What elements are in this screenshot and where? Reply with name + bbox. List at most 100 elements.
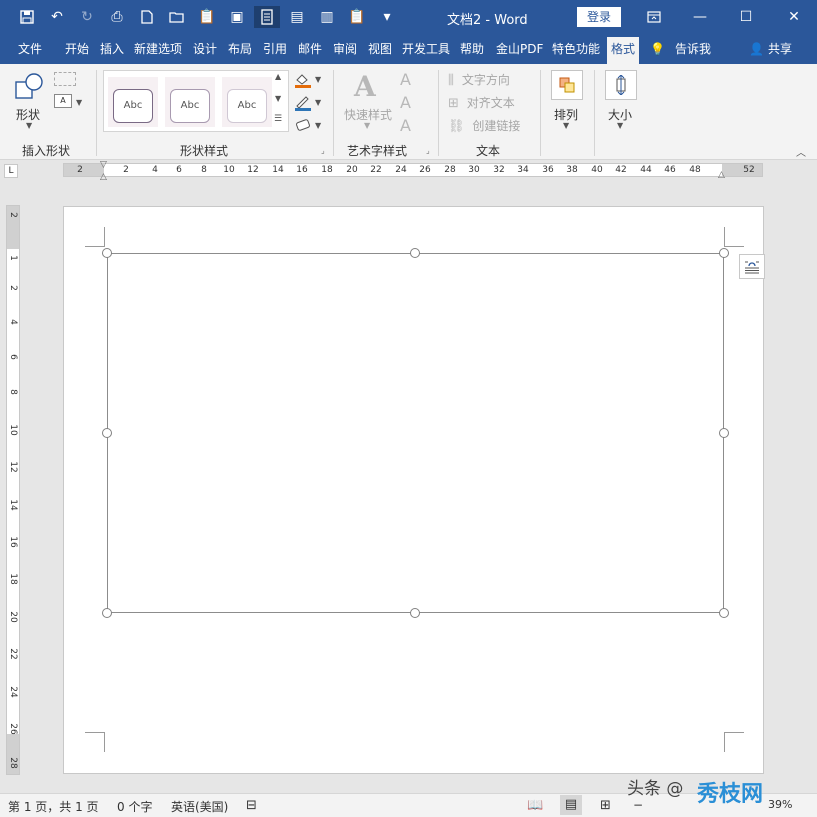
- ribbon-display-options-icon[interactable]: [631, 0, 677, 34]
- tab-format[interactable]: 格式: [607, 37, 640, 64]
- screenshot-icon[interactable]: ▣: [224, 6, 250, 28]
- wordart-launcher-icon[interactable]: ⌟: [426, 146, 430, 155]
- minimize-icon[interactable]: —: [677, 0, 723, 34]
- print-preview-icon[interactable]: ⎙: [104, 6, 130, 28]
- maximize-icon[interactable]: ☐: [723, 0, 769, 34]
- print-layout-icon[interactable]: ▤: [560, 795, 582, 815]
- shape-fill-icon[interactable]: [294, 72, 312, 88]
- resize-handle-right[interactable]: [719, 428, 729, 438]
- shape-effects-dropdown-icon[interactable]: ▼: [315, 121, 321, 130]
- open-folder-icon[interactable]: [164, 6, 190, 28]
- tab-review[interactable]: 审阅: [333, 34, 357, 64]
- resize-handle-bottom-right[interactable]: [719, 608, 729, 618]
- size-button[interactable]: 大小 ▼: [604, 70, 638, 134]
- style-thumb-2[interactable]: Abc: [170, 89, 210, 123]
- zoom-out-icon[interactable]: −: [633, 798, 643, 812]
- ruler-tick-label: 42: [615, 165, 627, 175]
- ruler-tick-label: 28: [444, 165, 456, 175]
- two-page-icon[interactable]: ▥: [314, 6, 340, 28]
- resize-handle-top-right[interactable]: [719, 248, 729, 258]
- text-outline-icon[interactable]: A: [400, 93, 411, 112]
- shape-effects-icon[interactable]: [294, 118, 312, 132]
- tab-home[interactable]: 开始: [65, 34, 89, 64]
- group-separator: [594, 70, 595, 156]
- picture-icon[interactable]: ▤: [284, 6, 310, 28]
- selected-rectangle-shape[interactable]: [107, 253, 724, 613]
- link-icon: ⛓: [448, 119, 465, 134]
- text-fill-icon[interactable]: A: [400, 70, 411, 89]
- redo-icon[interactable]: ↻: [74, 6, 100, 28]
- create-link-button[interactable]: ⛓ 创建链接: [448, 117, 520, 134]
- tab-wps-pdf[interactable]: 金山PDF: [496, 34, 543, 64]
- tab-developer[interactable]: 开发工具: [402, 34, 450, 64]
- quick-styles-button[interactable]: A 快速样式 ▼: [342, 70, 396, 130]
- ruler-tick-label: 26: [8, 723, 18, 735]
- style-thumb-1[interactable]: Abc: [113, 89, 153, 123]
- tab-references[interactable]: 引用: [263, 34, 287, 64]
- read-mode-icon[interactable]: 📖: [527, 798, 543, 813]
- track-changes-icon[interactable]: ⊟: [246, 798, 257, 813]
- resize-handle-bottom[interactable]: [410, 608, 420, 618]
- gallery-scroll-down-icon[interactable]: ▼: [275, 94, 281, 103]
- shapes-button[interactable]: 形状 ▼: [12, 70, 48, 130]
- indent-marker-icon[interactable]: △: [100, 172, 107, 182]
- text-box-icon[interactable]: A: [54, 94, 72, 108]
- group-separator: [333, 70, 334, 156]
- horizontal-ruler[interactable]: 2 2 4 6 8 10 12 14 16 18 20 22 24 26 28 30 32 34 36 38 40 42 4…: [63, 163, 763, 177]
- tab-new-options[interactable]: 新建选项: [134, 34, 182, 64]
- shape-styles-launcher-icon[interactable]: ⌟: [321, 146, 325, 155]
- tab-insert[interactable]: 插入: [100, 34, 124, 64]
- shape-outline-icon[interactable]: [294, 95, 312, 111]
- page-view-icon[interactable]: [254, 6, 280, 28]
- web-layout-icon[interactable]: ⊞: [600, 798, 611, 813]
- document-title: 文档2 - Word: [447, 13, 528, 28]
- tab-design[interactable]: 设计: [193, 34, 217, 64]
- login-button[interactable]: 登录: [577, 7, 621, 27]
- shape-style-gallery[interactable]: Abc Abc Abc: [103, 70, 289, 132]
- tab-file[interactable]: 文件: [18, 34, 42, 64]
- close-icon[interactable]: ✕: [771, 0, 817, 34]
- text-effects-icon[interactable]: A: [400, 116, 411, 135]
- language-indicator[interactable]: 英语(美国): [171, 798, 228, 815]
- style-thumb-3[interactable]: Abc: [227, 89, 267, 123]
- resize-handle-top-left[interactable]: [102, 248, 112, 258]
- arrange-button[interactable]: 排列 ▼: [550, 70, 584, 134]
- tab-selector-icon[interactable]: L: [4, 164, 18, 178]
- resize-handle-top[interactable]: [410, 248, 420, 258]
- tab-special-features[interactable]: 特色功能: [552, 34, 600, 64]
- indent-marker-icon[interactable]: ▽: [100, 160, 107, 170]
- gallery-scroll-up-icon[interactable]: ▲: [275, 72, 281, 81]
- edit-shape-icon[interactable]: [54, 72, 76, 86]
- right-indent-marker-icon[interactable]: △: [718, 170, 725, 180]
- tab-help[interactable]: 帮助: [460, 34, 484, 64]
- tell-me[interactable]: 💡 告诉我: [650, 34, 711, 64]
- shape-fill-dropdown-icon[interactable]: ▼: [315, 75, 321, 84]
- word-count[interactable]: 0 个字: [117, 798, 152, 815]
- shape-outline-dropdown-icon[interactable]: ▼: [315, 98, 321, 107]
- paste-icon[interactable]: 📋: [194, 6, 220, 28]
- customize-qat-icon[interactable]: ▾: [374, 6, 400, 28]
- ruler-tick-label: 8: [201, 165, 207, 175]
- page-count[interactable]: 第 1 页，共 1 页: [8, 798, 99, 815]
- text-direction-button[interactable]: ⫼ 文字方向: [448, 71, 510, 88]
- share-button[interactable]: 👤 共享: [749, 34, 792, 64]
- resize-handle-bottom-left[interactable]: [102, 608, 112, 618]
- ruler-tick-label: 40: [591, 165, 603, 175]
- lightbulb-icon: 💡: [650, 42, 665, 56]
- text-box-dropdown-icon[interactable]: ▼: [76, 98, 82, 107]
- resize-handle-left[interactable]: [102, 428, 112, 438]
- save-icon[interactable]: [14, 6, 40, 28]
- collapse-ribbon-icon[interactable]: ︿: [796, 144, 806, 159]
- ruler-tick-label: 10: [223, 165, 235, 175]
- gallery-more-icon[interactable]: ☰: [274, 114, 282, 124]
- undo-icon[interactable]: ↶: [44, 6, 70, 28]
- vertical-ruler[interactable]: 2 1 2 4 6 8 10 12 14 16 18 20 22 24 26 28: [6, 205, 20, 775]
- align-text-button[interactable]: ⊞ 对齐文本: [448, 94, 515, 111]
- new-document-icon[interactable]: [134, 6, 160, 28]
- zoom-level[interactable]: 39%: [768, 798, 792, 811]
- clipboard-dropdown-icon[interactable]: 📋: [344, 6, 370, 28]
- tab-layout[interactable]: 布局: [228, 34, 252, 64]
- tab-mailings[interactable]: 邮件: [298, 34, 322, 64]
- tab-view[interactable]: 视图: [368, 34, 392, 64]
- layout-options-button[interactable]: [739, 254, 765, 279]
